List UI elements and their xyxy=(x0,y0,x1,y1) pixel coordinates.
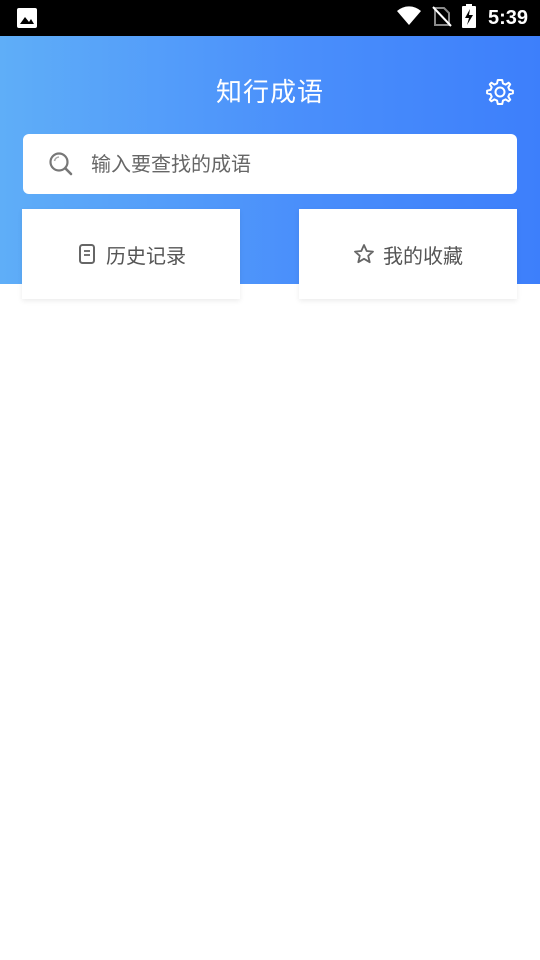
no-sim-icon xyxy=(432,5,452,31)
app-title: 知行成语 xyxy=(215,78,324,108)
image-notification-icon xyxy=(16,7,38,33)
status-bar: 5:39 xyxy=(0,0,540,36)
battery-charging-icon xyxy=(461,4,476,32)
favorites-label: 我的收藏 xyxy=(383,243,463,268)
search-icon xyxy=(49,152,73,176)
history-label: 历史记录 xyxy=(106,243,186,268)
search-input[interactable] xyxy=(89,151,473,177)
status-time: 5:39 xyxy=(487,6,528,29)
gear-icon xyxy=(486,79,514,105)
history-card[interactable]: 历史记录 xyxy=(22,209,240,299)
wifi-icon xyxy=(396,6,422,30)
document-icon xyxy=(79,244,95,264)
favorites-card[interactable]: 我的收藏 xyxy=(299,209,517,299)
settings-button[interactable] xyxy=(484,76,516,108)
search-box[interactable] xyxy=(23,134,517,194)
star-icon xyxy=(354,244,374,264)
